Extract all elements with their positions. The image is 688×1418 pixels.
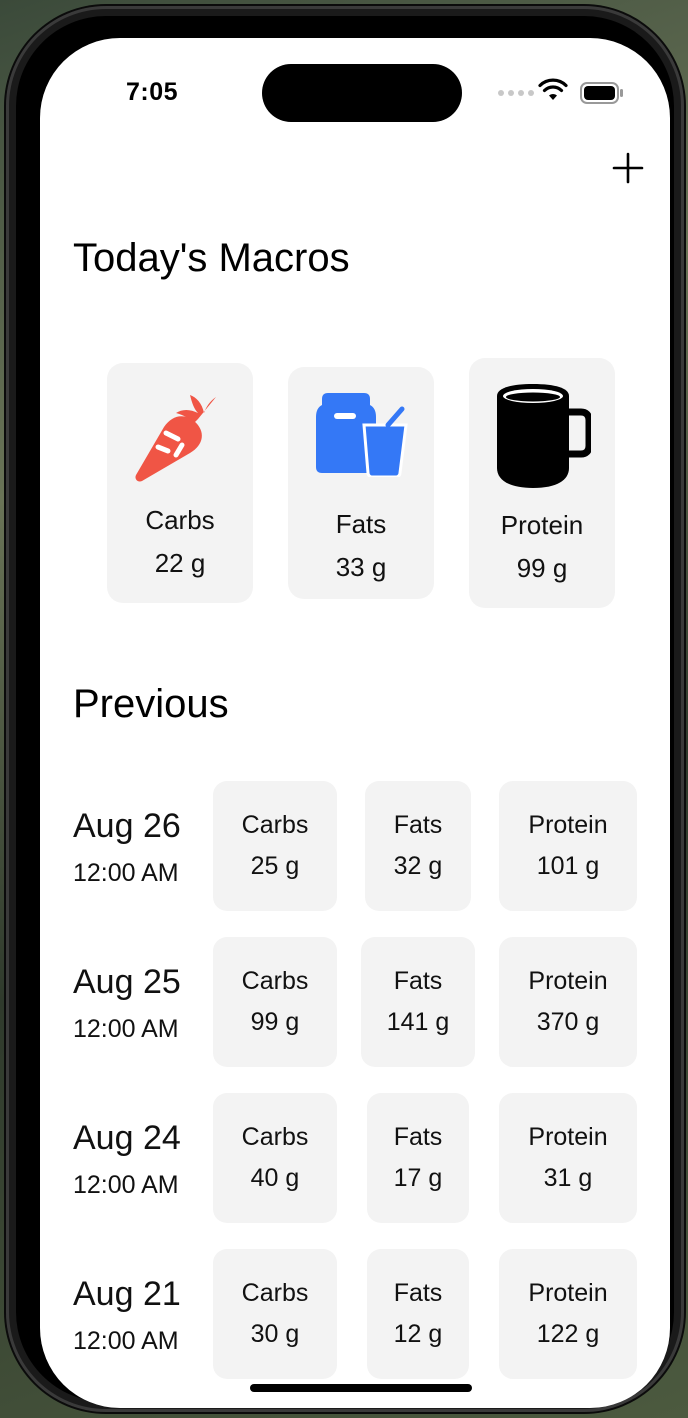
protein-chip: Protein 101 g <box>499 781 637 911</box>
protein-label: Protein <box>528 1279 608 1307</box>
fats-label: Fats <box>393 1279 443 1307</box>
carbs-label: Carbs <box>241 1123 309 1151</box>
battery-icon <box>580 82 624 109</box>
entry-date: Aug 25 <box>73 963 181 1001</box>
entry-date: Aug 24 <box>73 1119 181 1157</box>
carbs-chip: Carbs 25 g <box>213 781 337 911</box>
carbs-label: Carbs <box>241 1279 309 1307</box>
protein-chip: Protein 370 g <box>499 937 637 1067</box>
fats-value: 32 g <box>393 852 443 880</box>
protein-value: 101 g <box>536 852 600 880</box>
carbs-chip: Carbs 99 g <box>213 937 337 1067</box>
fats-label: Fats <box>393 967 443 995</box>
carbs-label: Carbs <box>241 967 309 995</box>
carbs-value: 25 g <box>250 852 300 880</box>
mug-icon <box>493 382 593 488</box>
fats-value: 12 g <box>393 1320 443 1348</box>
section-title-previous: Previous <box>73 682 229 726</box>
history-row[interactable]: Aug 25 12:00 AM Carbs 99 g Fats 141 g Pr… <box>40 937 670 1067</box>
fats-value: 17 g <box>393 1164 443 1192</box>
entry-time: 12:00 AM <box>73 859 179 887</box>
home-indicator[interactable] <box>250 1384 472 1392</box>
protein-label: Protein <box>528 967 608 995</box>
protein-label: Protein <box>528 1123 608 1151</box>
protein-chip: Protein 122 g <box>499 1249 637 1379</box>
today-carbs-label: Carbs <box>145 505 215 535</box>
add-button[interactable] <box>608 148 648 188</box>
carbs-chip: Carbs 40 g <box>213 1093 337 1223</box>
today-fats-label: Fats <box>335 509 387 539</box>
protein-chip: Protein 31 g <box>499 1093 637 1223</box>
app-screen: 7:05 Today's Macros Carbs 22 g Fats 33 g… <box>40 38 670 1408</box>
protein-value: 31 g <box>543 1164 593 1192</box>
phone-bezel: 7:05 Today's Macros Carbs 22 g Fats 33 g… <box>16 16 674 1408</box>
history-row[interactable]: Aug 26 12:00 AM Carbs 25 g Fats 32 g Pro… <box>40 781 670 911</box>
phone-frame: 7:05 Today's Macros Carbs 22 g Fats 33 g… <box>6 6 684 1412</box>
fats-chip: Fats 12 g <box>367 1249 469 1379</box>
fats-chip: Fats 141 g <box>361 937 475 1067</box>
today-protein-card[interactable]: Protein 99 g <box>469 358 615 608</box>
today-carbs-value: 22 g <box>154 548 206 578</box>
page-title: Today's Macros <box>73 236 350 280</box>
fats-label: Fats <box>393 1123 443 1151</box>
carbs-value: 30 g <box>250 1320 300 1348</box>
food-drink-icon <box>314 391 408 479</box>
status-time: 7:05 <box>126 78 179 106</box>
dynamic-island <box>262 64 462 122</box>
fats-chip: Fats 17 g <box>367 1093 469 1223</box>
history-row[interactable]: Aug 21 12:00 AM Carbs 30 g Fats 12 g Pro… <box>40 1249 670 1379</box>
carrot-icon <box>132 391 228 483</box>
today-protein-label: Protein <box>500 510 584 540</box>
fats-value: 141 g <box>386 1008 450 1036</box>
carbs-label: Carbs <box>241 811 309 839</box>
fats-chip: Fats 32 g <box>365 781 471 911</box>
wifi-icon <box>538 78 568 107</box>
today-fats-value: 33 g <box>335 552 387 582</box>
today-fats-card[interactable]: Fats 33 g <box>288 367 434 599</box>
carbs-chip: Carbs 30 g <box>213 1249 337 1379</box>
today-carbs-card[interactable]: Carbs 22 g <box>107 363 253 603</box>
cellular-signal-icon <box>498 90 534 96</box>
plus-icon <box>612 152 644 184</box>
carbs-value: 40 g <box>250 1164 300 1192</box>
entry-date: Aug 21 <box>73 1275 181 1313</box>
entry-time: 12:00 AM <box>73 1171 179 1199</box>
entry-time: 12:00 AM <box>73 1327 179 1355</box>
today-protein-value: 99 g <box>516 553 568 583</box>
entry-time: 12:00 AM <box>73 1015 179 1043</box>
history-row[interactable]: Aug 24 12:00 AM Carbs 40 g Fats 17 g Pro… <box>40 1093 670 1223</box>
protein-value: 122 g <box>536 1320 600 1348</box>
entry-date: Aug 26 <box>73 807 181 845</box>
protein-value: 370 g <box>536 1008 600 1036</box>
carbs-value: 99 g <box>250 1008 300 1036</box>
protein-label: Protein <box>528 811 608 839</box>
fats-label: Fats <box>393 811 443 839</box>
